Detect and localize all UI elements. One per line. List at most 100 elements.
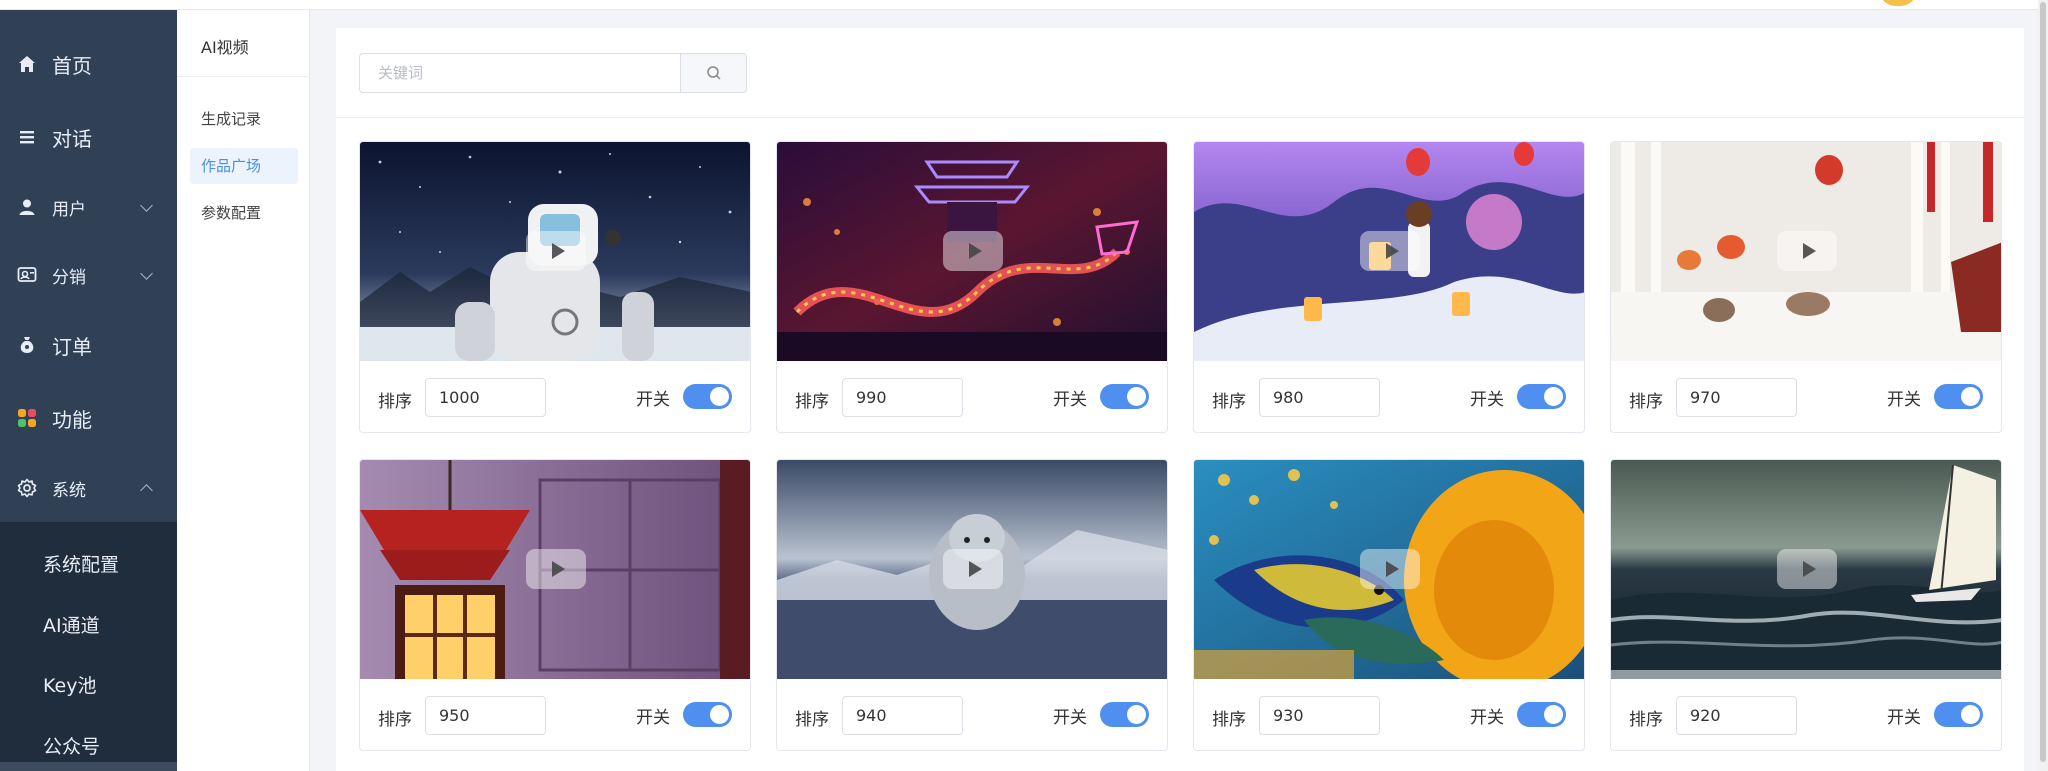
play-icon [551,243,565,259]
switch-label: 开关 [1470,390,1504,410]
search-input[interactable] [359,53,681,93]
card-controls: 排序 开关 [360,361,750,432]
toggle-knob [1544,387,1563,406]
sidebar: 首页 对话 用户 分销 订单 功能 系统 系统配置 AI通道 Key池 公众号 [0,10,177,771]
video-thumbnail[interactable] [1194,460,1584,679]
subnav-link-works-square[interactable]: 作品广场 [190,148,298,184]
play-button[interactable] [1777,231,1837,271]
enable-toggle[interactable] [1100,702,1149,727]
play-button[interactable] [943,231,1003,271]
sidebar-item-label: 系统 [52,480,86,501]
subnav-link-parameter-config[interactable]: 参数配置 [190,195,298,231]
play-button[interactable] [1777,549,1837,589]
sidebar-item-label: 订单 [52,334,92,359]
submenu-item-key-pool[interactable]: Key池 [43,671,96,698]
submenu-item-ai-channel[interactable]: AI通道 [43,611,100,638]
card-controls: 排序 开关 [777,361,1167,432]
video-card: 排序 开关 [1193,141,1585,433]
sort-label: 排序 [1629,392,1663,412]
apps-grid-icon [16,407,38,429]
video-card: 排序 开关 [1193,459,1585,751]
sort-input[interactable] [1259,696,1380,735]
video-thumbnail[interactable] [360,142,750,361]
sidebar-item-label: 分销 [52,267,86,288]
video-thumbnail[interactable] [1611,460,2001,679]
video-thumbnail[interactable] [1194,142,1584,361]
sidebar-item-orders[interactable]: 订单 [0,315,177,375]
sort-label: 排序 [1212,710,1246,730]
sort-input[interactable] [1259,378,1380,417]
toggle-knob [710,387,729,406]
toggle-knob [710,705,729,724]
play-icon [968,561,982,577]
sort-label: 排序 [1629,710,1663,730]
sidebar-item-label: 功能 [52,407,92,432]
enable-toggle[interactable] [1517,384,1566,409]
gear-icon [16,477,38,499]
submenu-item-system-config[interactable]: 系统配置 [43,550,119,577]
toggle-knob [1127,705,1146,724]
sort-input[interactable] [425,378,546,417]
enable-toggle[interactable] [1934,384,1983,409]
submenu-item-official-account[interactable]: 公众号 [43,732,100,759]
system-submenu: 系统配置 AI通道 Key池 公众号 [0,522,177,771]
enable-toggle[interactable] [1517,702,1566,727]
sidebar-item-home[interactable]: 首页 [0,34,177,94]
enable-toggle[interactable] [683,384,732,409]
video-card: 排序 开关 [776,459,1168,751]
money-bag-icon [16,334,38,356]
enable-toggle[interactable] [1100,384,1149,409]
sort-input[interactable] [425,696,546,735]
switch-label: 开关 [1887,390,1921,410]
enable-toggle[interactable] [683,702,732,727]
sort-input[interactable] [842,378,963,417]
video-card: 排序 开关 [359,141,751,433]
sidebar-item-system[interactable]: 系统 [0,458,177,518]
play-icon [1385,561,1399,577]
video-thumbnail[interactable] [360,460,750,679]
switch-label: 开关 [636,390,670,410]
toggle-knob [1961,705,1980,724]
sort-label: 排序 [378,710,412,730]
search-bar [336,28,2024,118]
play-icon [1802,243,1816,259]
sort-input[interactable] [842,696,963,735]
sidebar-item-distribution[interactable]: 分销 [0,245,177,305]
page-scrollbar[interactable] [2038,0,2048,771]
chevron-up-icon [140,484,153,497]
play-icon [1802,561,1816,577]
search-button[interactable] [680,53,747,93]
switch-label: 开关 [1053,708,1087,728]
toggle-knob [1961,387,1980,406]
video-thumbnail[interactable] [777,460,1167,679]
play-button[interactable] [943,549,1003,589]
sort-label: 排序 [378,392,412,412]
play-button[interactable] [1360,549,1420,589]
video-thumbnail[interactable] [1611,142,2001,361]
sidebar-item-chat[interactable]: 对话 [0,107,177,167]
subnav-link-generation-records[interactable]: 生成记录 [190,101,298,137]
card-controls: 排序 开关 [1194,679,1584,750]
avatar[interactable] [1878,0,1918,6]
list-icon [16,126,38,148]
works-panel: 排序 开关 排序 开关 [336,28,2024,771]
video-thumbnail[interactable] [777,142,1167,361]
user-icon [16,196,38,218]
video-card: 排序 开关 [1610,141,2002,433]
toggle-knob [1544,705,1563,724]
card-controls: 排序 开关 [1194,361,1584,432]
search-icon [706,66,721,80]
play-button[interactable] [1360,231,1420,271]
sort-label: 排序 [795,392,829,412]
sidebar-item-users[interactable]: 用户 [0,177,177,237]
sidebar-item-features[interactable]: 功能 [0,388,177,448]
distribution-icon [16,264,38,286]
play-button[interactable] [526,231,586,271]
sort-input[interactable] [1676,378,1797,417]
scrollbar-thumb[interactable] [2040,2,2046,762]
sort-input[interactable] [1676,696,1797,735]
switch-label: 开关 [1053,390,1087,410]
play-button[interactable] [526,549,586,589]
secondary-nav: AI视频 生成记录 作品广场 参数配置 [177,10,310,771]
enable-toggle[interactable] [1934,702,1983,727]
